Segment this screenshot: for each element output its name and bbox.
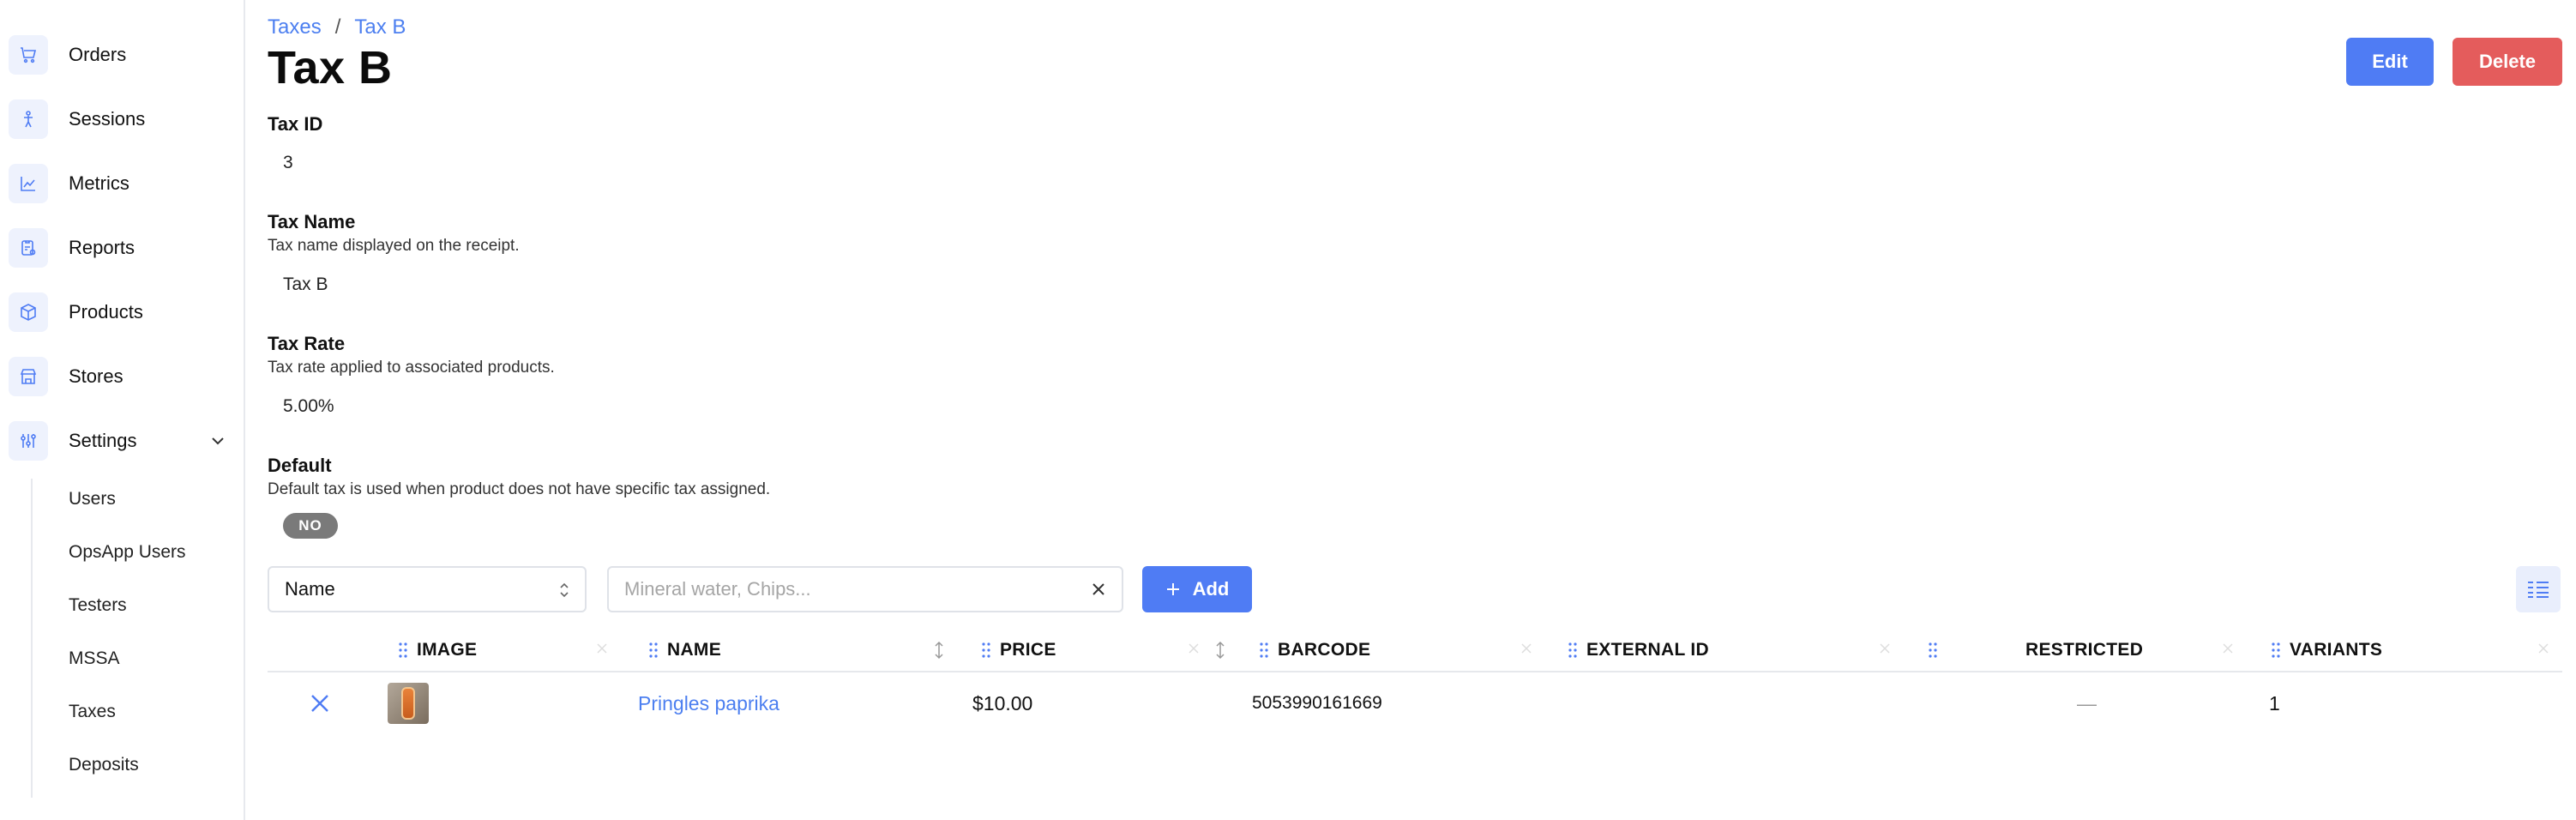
sidebar-item-label: Orders bbox=[69, 44, 127, 65]
box-icon bbox=[9, 292, 48, 332]
breadcrumb-separator: / bbox=[334, 15, 341, 39]
person-icon bbox=[9, 99, 48, 139]
sort-icon[interactable] bbox=[933, 640, 945, 660]
remove-column-icon[interactable] bbox=[1878, 642, 1892, 655]
breadcrumb-current[interactable]: Tax B bbox=[354, 15, 406, 39]
sidebar-item-label: Settings bbox=[69, 430, 137, 451]
cart-icon bbox=[9, 35, 48, 75]
breadcrumb-link-taxes[interactable]: Taxes bbox=[268, 15, 322, 39]
store-icon bbox=[9, 357, 48, 396]
remove-column-icon[interactable] bbox=[595, 642, 609, 655]
sidebar-item-label: Metrics bbox=[69, 172, 129, 194]
tax-id-value: 3 bbox=[283, 153, 293, 172]
tax-rate-value: 5.00% bbox=[283, 396, 334, 416]
breadcrumb: Taxes / Tax B bbox=[268, 15, 406, 39]
tax-rate-help: Tax rate applied to associated products. bbox=[268, 359, 555, 377]
product-thumbnail bbox=[388, 683, 429, 724]
drag-handle-icon[interactable] bbox=[398, 642, 408, 659]
column-header-variants[interactable]: VARIANTS bbox=[2271, 630, 2382, 671]
tax-name-help: Tax name displayed on the receipt. bbox=[268, 237, 520, 255]
sidebar-subitem-taxes[interactable]: Taxes bbox=[69, 695, 116, 729]
chevron-down-icon[interactable] bbox=[208, 431, 228, 451]
subnav-divider bbox=[31, 479, 33, 798]
tax-name-label: Tax Name bbox=[268, 211, 356, 232]
remove-column-icon[interactable] bbox=[1520, 642, 1533, 655]
filter-field-select[interactable]: Name bbox=[268, 566, 587, 612]
column-header-image[interactable]: IMAGE bbox=[398, 630, 477, 671]
column-header-price[interactable]: PRICE bbox=[981, 630, 1056, 671]
search-input[interactable] bbox=[607, 566, 1123, 612]
table-row[interactable]: Pringles paprika $10.00 5053990161669 — … bbox=[268, 672, 2562, 734]
column-header-label: RESTRICTED bbox=[2025, 640, 2144, 660]
drag-handle-icon[interactable] bbox=[981, 642, 991, 659]
column-header-label: BARCODE bbox=[1278, 640, 1371, 660]
delete-button[interactable]: Delete bbox=[2453, 38, 2562, 86]
column-header-label: EXTERNAL ID bbox=[1586, 640, 1709, 660]
close-icon bbox=[311, 695, 328, 712]
sidebar-item-label: Stores bbox=[69, 365, 123, 387]
table-header: IMAGE NAME PRICE BARCODE EXTERNAL ID RES… bbox=[268, 630, 2562, 672]
sidebar-item-sessions[interactable]: Sessions bbox=[9, 95, 237, 143]
report-icon bbox=[9, 228, 48, 268]
remove-column-icon[interactable] bbox=[1187, 642, 1201, 655]
add-button[interactable]: Add bbox=[1142, 566, 1252, 612]
column-header-label: IMAGE bbox=[417, 640, 478, 660]
chart-icon bbox=[9, 164, 48, 203]
column-header-barcode[interactable]: BARCODE bbox=[1259, 630, 1370, 671]
sidebar-item-reports[interactable]: Reports bbox=[9, 224, 237, 272]
remove-column-icon[interactable] bbox=[2221, 642, 2235, 655]
product-can-image bbox=[401, 687, 415, 720]
product-image-cell bbox=[388, 672, 429, 734]
sidebar-item-label: Products bbox=[69, 301, 143, 323]
default-label: Default bbox=[268, 455, 332, 476]
column-settings-button[interactable] bbox=[2516, 566, 2561, 612]
sidebar-subitem-testers[interactable]: Testers bbox=[69, 588, 127, 623]
sidebar-subitem-opsapp-users[interactable]: OpsApp Users bbox=[69, 535, 186, 570]
remove-row-button[interactable] bbox=[309, 672, 331, 734]
sidebar-item-stores[interactable]: Stores bbox=[9, 353, 237, 401]
product-price: $10.00 bbox=[972, 691, 1033, 714]
drag-handle-icon[interactable] bbox=[1568, 642, 1578, 659]
sidebar-item-label: Sessions bbox=[69, 108, 146, 130]
sidebar-item-label: Reports bbox=[69, 237, 135, 258]
column-header-label: NAME bbox=[667, 640, 722, 660]
default-status-badge: NO bbox=[283, 513, 338, 539]
page-title: Tax B bbox=[268, 42, 393, 93]
product-name-link[interactable]: Pringles paprika bbox=[638, 672, 779, 734]
column-header-name[interactable]: NAME bbox=[648, 630, 721, 671]
select-arrows-icon bbox=[560, 582, 569, 598]
drag-handle-icon[interactable] bbox=[648, 642, 659, 659]
sidebar-subitem-users[interactable]: Users bbox=[69, 482, 116, 516]
sidebar-subitem-mssa[interactable]: MSSA bbox=[69, 642, 120, 676]
sidebar: Orders Sessions Metrics Reports Products… bbox=[0, 0, 245, 820]
default-help: Default tax is used when product does no… bbox=[268, 480, 771, 498]
remove-column-icon[interactable] bbox=[2537, 642, 2550, 655]
plus-icon bbox=[1166, 583, 1179, 595]
sidebar-item-metrics[interactable]: Metrics bbox=[9, 160, 237, 208]
drag-handle-icon[interactable] bbox=[1259, 642, 1269, 659]
tax-name-value: Tax B bbox=[283, 274, 328, 294]
product-barcode: 5053990161669 bbox=[1252, 693, 1382, 713]
sliders-icon bbox=[9, 421, 48, 461]
tax-rate-label: Tax Rate bbox=[268, 333, 346, 354]
drag-handle-icon[interactable] bbox=[1928, 642, 1938, 659]
column-header-external-id[interactable]: EXTERNAL ID bbox=[1568, 630, 1709, 671]
columns-icon bbox=[2528, 582, 2549, 598]
filter-field-select-value: Name bbox=[285, 578, 335, 600]
sidebar-subitem-deposits[interactable]: Deposits bbox=[69, 748, 139, 782]
sidebar-item-settings[interactable]: Settings bbox=[9, 417, 237, 465]
add-button-label: Add bbox=[1192, 578, 1230, 600]
drag-handle-icon[interactable] bbox=[2271, 642, 2281, 659]
sidebar-item-products[interactable]: Products bbox=[9, 288, 237, 336]
product-restricted: — bbox=[2077, 691, 2097, 714]
edit-button[interactable]: Edit bbox=[2346, 38, 2434, 86]
sort-icon[interactable] bbox=[1214, 640, 1226, 660]
close-icon[interactable] bbox=[1089, 580, 1108, 599]
product-variants: 1 bbox=[2269, 691, 2280, 714]
column-header-label: PRICE bbox=[1000, 640, 1056, 660]
sidebar-item-orders[interactable]: Orders bbox=[9, 31, 237, 79]
tax-id-label: Tax ID bbox=[268, 113, 323, 135]
column-header-restricted[interactable]: RESTRICTED bbox=[1928, 630, 2143, 671]
column-header-label: VARIANTS bbox=[2290, 640, 2383, 660]
